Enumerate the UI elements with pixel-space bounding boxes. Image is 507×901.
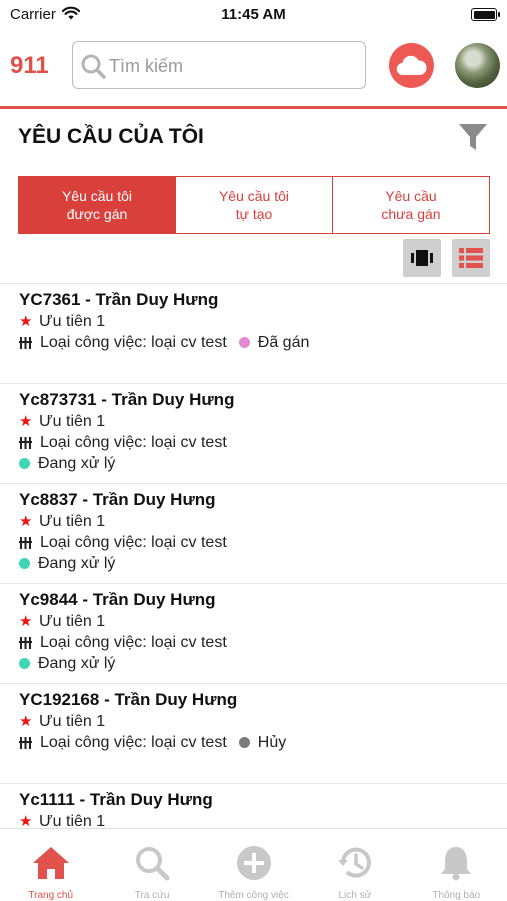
job-type-label: Loại công việc: loại cv test	[40, 734, 227, 751]
star-icon: ★	[19, 313, 33, 330]
tabbar-label-home: Trang chủ	[28, 890, 74, 901]
sliders-icon	[19, 536, 40, 550]
job-type-row: Loại công việc: loại cv test	[19, 532, 507, 553]
search-box[interactable]	[72, 41, 366, 89]
tabbar-label-history: Lịch sử	[338, 890, 372, 901]
search-input[interactable]	[107, 52, 361, 80]
tabbar-item-history[interactable]: Lịch sử	[304, 829, 405, 901]
star-icon: ★	[19, 613, 33, 630]
battery-icon	[471, 8, 500, 21]
priority-row: ★ Ưu tiên 1	[19, 711, 507, 732]
priority-label: Ưu tiên 1	[39, 813, 106, 829]
request-title: Yc1111 - Trần Duy Hưng	[19, 790, 213, 809]
request-title: Yc9844 - Trần Duy Hưng	[19, 590, 216, 609]
request-title: YC192168 - Trần Duy Hưng	[19, 690, 238, 709]
priority-row: ★ Ưu tiên 1	[19, 811, 507, 829]
priority-label: Ưu tiên 1	[39, 513, 106, 530]
sliders-icon	[19, 436, 40, 450]
status-row: Đang xử lý	[19, 453, 507, 474]
job-type-row: Loại công việc: loại cv test	[19, 432, 507, 453]
status-dot	[19, 558, 30, 569]
priority-row: ★ Ưu tiên 1	[19, 511, 507, 532]
request-card[interactable]: Yc8837 - Trần Duy Hưng ★ Ưu tiên 1 Loại côn…	[0, 484, 507, 584]
status-label: Đang xử lý	[38, 455, 116, 472]
job-type-row: Loại công việc: loại cv test Đã gán	[19, 332, 507, 353]
app-logo: 911	[10, 52, 49, 79]
priority-label: Ưu tiên 1	[39, 313, 106, 330]
status-dot	[19, 658, 30, 669]
request-card[interactable]: YC7361 - Trần Duy Hưng ★ Ưu tiên 1 Loại côn…	[0, 284, 507, 384]
sliders-icon	[19, 736, 40, 750]
status-row: Đang xử lý	[19, 553, 507, 574]
filter-icon	[459, 124, 487, 150]
job-type-row: Loại công việc: loại cv test Hủy	[19, 732, 507, 753]
list-view-icon	[459, 248, 483, 268]
tabbar-label-notifications: Thông báo	[432, 890, 481, 901]
tabbar-item-notifications[interactable]: Thông báo	[406, 829, 507, 901]
request-card[interactable]: Yc9844 - Trần Duy Hưng ★ Ưu tiên 1 Loại côn…	[0, 584, 507, 684]
priority-label: Ưu tiên 1	[39, 613, 106, 630]
tabbar-item-add-task[interactable]: Thêm công việc	[203, 829, 304, 901]
request-card[interactable]: Yc1111 - Trần Duy Hưng ★ Ưu tiên 1	[0, 784, 507, 829]
job-type-label: Loại công việc: loại cv test	[40, 534, 227, 551]
status-row: Đang xử lý	[19, 653, 507, 674]
star-icon: ★	[19, 813, 33, 829]
page-title: YÊU CẦU CỦA TÔI	[18, 125, 204, 148]
star-icon: ★	[19, 513, 33, 530]
history-icon	[337, 847, 371, 878]
list-view-button[interactable]	[452, 239, 490, 277]
status-label: Đang xử lý	[38, 655, 116, 672]
bell-icon	[441, 847, 472, 881]
home-icon	[32, 847, 69, 879]
tab-assigned-to-me[interactable]: Yêu cầu tôi được gán	[19, 177, 176, 233]
tab-created-by-me[interactable]: Yêu cầu tôi tự tạo	[176, 177, 333, 233]
request-title: Yc873731 - Trần Duy Hưng	[19, 390, 235, 409]
card-view-button[interactable]	[403, 239, 441, 277]
request-card[interactable]: YC192168 - Trần Duy Hưng ★ Ưu tiên 1 Loại c…	[0, 684, 507, 784]
job-type-label: Loại công việc: loại cv test	[40, 634, 227, 651]
status-dot	[238, 737, 250, 748]
cloud-icon	[396, 55, 427, 76]
search-icon	[81, 54, 106, 79]
priority-label: Ưu tiên 1	[39, 413, 106, 430]
priority-row: ★ Ưu tiên 1	[19, 611, 507, 632]
tabbar-label-add-task: Thêm công việc	[218, 890, 289, 901]
priority-row: ★ Ưu tiên 1	[19, 311, 507, 332]
bottom-tab-bar: Trang chủ Tra cứu Thêm công việc Lịch sử…	[0, 828, 507, 901]
status-dot	[238, 337, 250, 348]
tabbar-label-lookup: Tra cứu	[134, 890, 170, 901]
request-tabs: Yêu cầu tôi được gán Yêu cầu tôi tự tạo …	[18, 176, 490, 234]
cloud-sync-button[interactable]	[389, 43, 434, 88]
avatar[interactable]	[455, 43, 500, 88]
job-type-row: Loại công việc: loại cv test	[19, 632, 507, 653]
star-icon: ★	[19, 713, 33, 730]
header-divider	[0, 106, 507, 109]
search-icon	[136, 847, 170, 881]
sliders-icon	[19, 336, 40, 350]
priority-label: Ưu tiên 1	[39, 713, 106, 730]
app-bar: 911	[0, 38, 507, 98]
priority-row: ★ Ưu tiên 1	[19, 411, 507, 432]
status-dot	[19, 458, 30, 469]
status-label: Hủy	[257, 734, 287, 751]
tabbar-item-home[interactable]: Trang chủ	[0, 829, 101, 901]
status-time: 11:45 AM	[221, 6, 286, 23]
tabbar-item-lookup[interactable]: Tra cứu	[101, 829, 202, 901]
card-view-icon	[411, 250, 433, 266]
status-bar: Carrier 11:45 AM	[0, 0, 507, 30]
add-circle-icon	[236, 846, 271, 880]
request-list: YC7361 - Trần Duy Hưng ★ Ưu tiên 1 Loại côn…	[0, 283, 507, 829]
request-title: YC7361 - Trần Duy Hưng	[19, 290, 219, 309]
star-icon: ★	[19, 413, 33, 430]
request-title: Yc8837 - Trần Duy Hưng	[19, 490, 216, 509]
request-card[interactable]: Yc873731 - Trần Duy Hưng ★ Ưu tiên 1 Loại c…	[0, 384, 507, 484]
job-type-label: Loại công việc: loại cv test	[40, 434, 227, 451]
status-label: Đang xử lý	[38, 555, 116, 572]
tab-unassigned[interactable]: Yêu cầu chưa gán	[333, 177, 489, 233]
status-label: Đã gán	[257, 334, 310, 351]
sliders-icon	[19, 636, 40, 650]
filter-button[interactable]	[458, 122, 488, 157]
job-type-label: Loại công việc: loại cv test	[40, 334, 227, 351]
